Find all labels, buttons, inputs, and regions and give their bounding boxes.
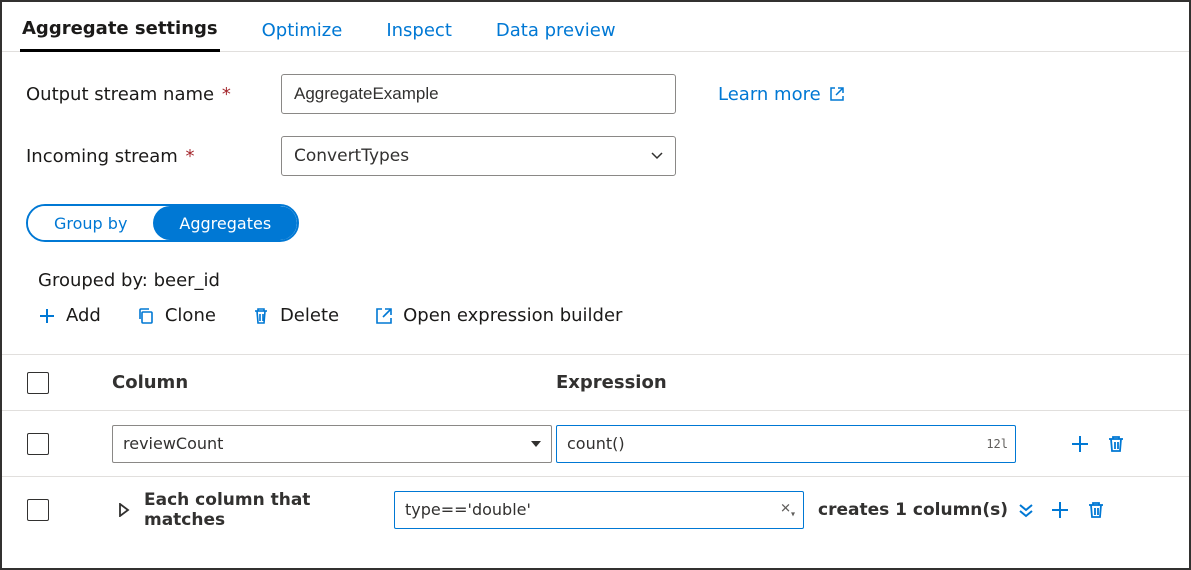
plus-icon <box>1070 434 1090 454</box>
clear-icon[interactable]: ✕▾ <box>780 502 795 519</box>
table-row: Each column that matches type=='double' … <box>2 477 1189 543</box>
row-checkbox[interactable] <box>27 433 49 455</box>
chevron-double-down-icon <box>1018 502 1034 518</box>
expression-input[interactable]: count() 12l <box>556 425 1016 463</box>
table-header: Column Expression <box>2 355 1189 411</box>
expand-row-button[interactable] <box>118 503 130 517</box>
open-external-icon <box>829 86 845 102</box>
incoming-stream-label: Incoming stream * <box>26 146 281 167</box>
tab-aggregate-settings[interactable]: Aggregate settings <box>20 18 220 52</box>
expression-type-badge: 12l <box>986 437 1008 451</box>
aggregates-table: Column Expression reviewCount count() 12… <box>2 354 1189 543</box>
header-column: Column <box>74 372 556 393</box>
header-expression: Expression <box>556 372 1038 393</box>
toolbar: Add Clone Delete Open expression builder <box>38 305 1189 326</box>
segment-group-by[interactable]: Group by <box>28 206 153 240</box>
tab-bar: Aggregate settings Optimize Inspect Data… <box>2 2 1189 52</box>
copy-icon <box>137 307 155 325</box>
segment-aggregates[interactable]: Aggregates <box>153 206 297 240</box>
pattern-suffix-label: creates 1 column(s) <box>818 500 1008 520</box>
tab-data-preview[interactable]: Data preview <box>494 20 618 51</box>
incoming-stream-select[interactable]: ConvertTypes <box>281 136 676 176</box>
output-stream-label: Output stream name * <box>26 84 281 105</box>
open-external-icon <box>375 307 393 325</box>
expand-columns-button[interactable] <box>1018 502 1034 518</box>
tab-inspect[interactable]: Inspect <box>384 20 454 51</box>
add-button[interactable]: Add <box>38 305 101 326</box>
pattern-condition-input[interactable]: type=='double' ✕▾ <box>394 491 804 529</box>
plus-icon <box>1050 500 1070 520</box>
plus-icon <box>38 307 56 325</box>
tab-optimize[interactable]: Optimize <box>260 20 345 51</box>
add-row-button[interactable] <box>1070 434 1090 454</box>
learn-more-link[interactable]: Learn more <box>718 84 845 105</box>
caret-down-icon <box>530 438 542 450</box>
group-aggregate-toggle: Group by Aggregates <box>26 204 299 242</box>
open-expression-builder-button[interactable]: Open expression builder <box>375 305 622 326</box>
add-row-button[interactable] <box>1050 500 1070 520</box>
clone-button[interactable]: Clone <box>137 305 216 326</box>
row-checkbox[interactable] <box>27 499 49 521</box>
select-all-checkbox[interactable] <box>27 372 49 394</box>
trash-icon <box>1086 500 1106 520</box>
delete-button[interactable]: Delete <box>252 305 339 326</box>
column-name-select[interactable]: reviewCount <box>112 425 552 463</box>
grouped-by-label: Grouped by: beer_id <box>38 270 1189 291</box>
output-stream-input[interactable] <box>281 74 676 114</box>
pattern-prefix-label: Each column that matches <box>144 490 394 530</box>
delete-row-button[interactable] <box>1106 434 1126 454</box>
table-row: reviewCount count() 12l <box>2 411 1189 477</box>
trash-icon <box>1106 434 1126 454</box>
trash-icon <box>252 307 270 325</box>
caret-right-icon <box>118 503 130 517</box>
incoming-stream-row: Incoming stream * ConvertTypes <box>2 136 1189 176</box>
output-stream-row: Output stream name * Learn more <box>2 74 1189 114</box>
delete-row-button[interactable] <box>1086 500 1106 520</box>
